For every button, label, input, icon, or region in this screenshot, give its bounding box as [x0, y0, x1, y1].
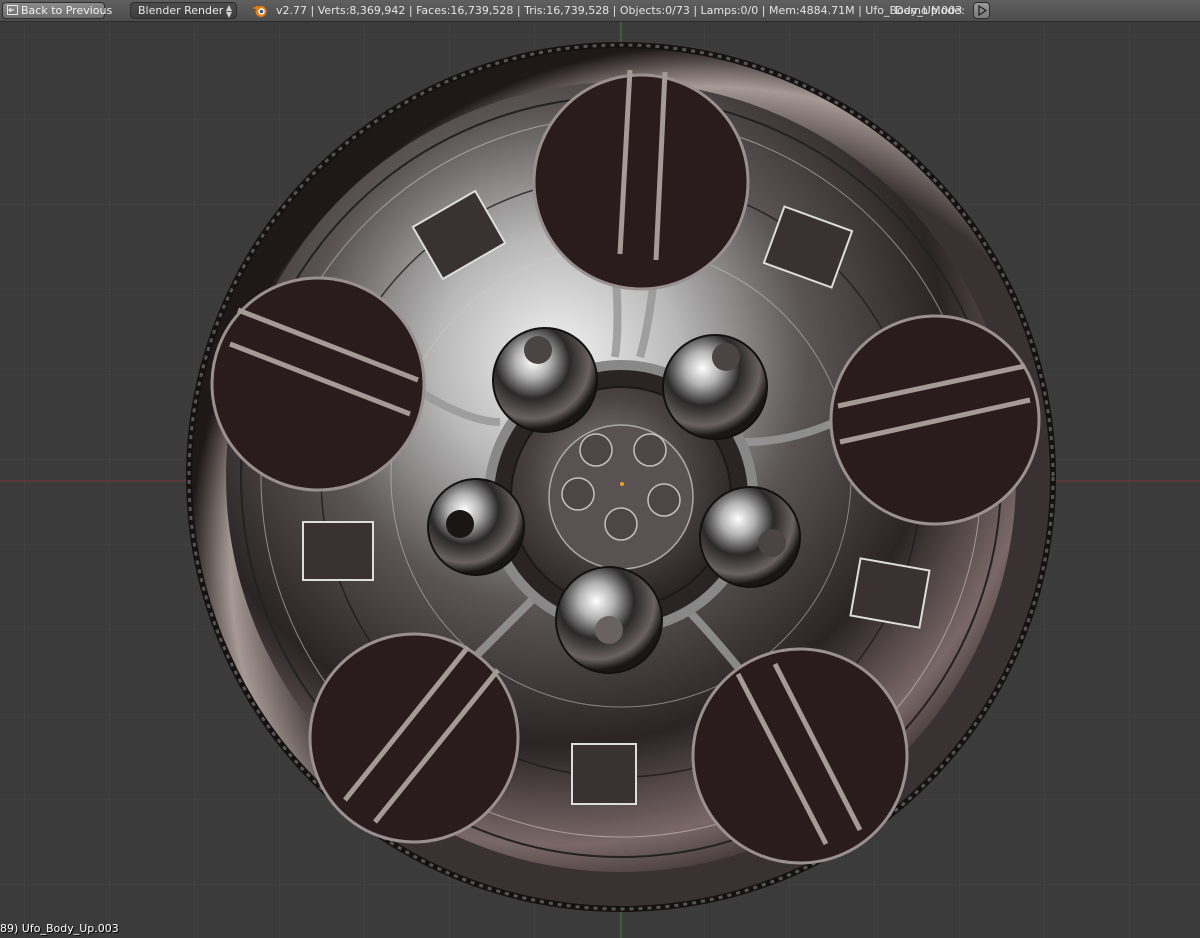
back-to-previous-button[interactable]: Back to Previous: [2, 2, 112, 19]
info-header: Back to Previous Blender Render ▲ ▼ v2.77…: [0, 0, 1200, 22]
play-icon: [978, 5, 987, 16]
render-engine-select[interactable]: Blender Render ▲ ▼: [130, 2, 237, 19]
panel-bottom-right: [691, 647, 909, 865]
ufo-model: [186, 42, 1056, 912]
back-button-label: Back to Previous: [21, 4, 113, 17]
active-object-label: 89) Ufo_Body_Up.003: [0, 922, 119, 935]
blender-logo-icon: [253, 5, 267, 17]
render-engine-value: Blender Render: [138, 4, 224, 17]
panel-bottom-left: [308, 632, 520, 844]
select-arrows-icon: ▲ ▼: [225, 3, 232, 19]
demo-mode-play-button[interactable]: [973, 2, 990, 19]
blender-window: Back to Previous Blender Render ▲ ▼ v2.77…: [0, 0, 1200, 938]
3d-viewport[interactable]: 89) Ufo_Body_Up.003: [0, 22, 1200, 938]
panel-top: [532, 73, 750, 291]
scene-statistics: v2.77 | Verts:8,369,942 | Faces:16,739,5…: [276, 4, 963, 17]
viewport-render: [0, 22, 1200, 938]
demo-mode-label: Demo Mode:: [895, 4, 965, 17]
back-icon: [7, 5, 18, 15]
